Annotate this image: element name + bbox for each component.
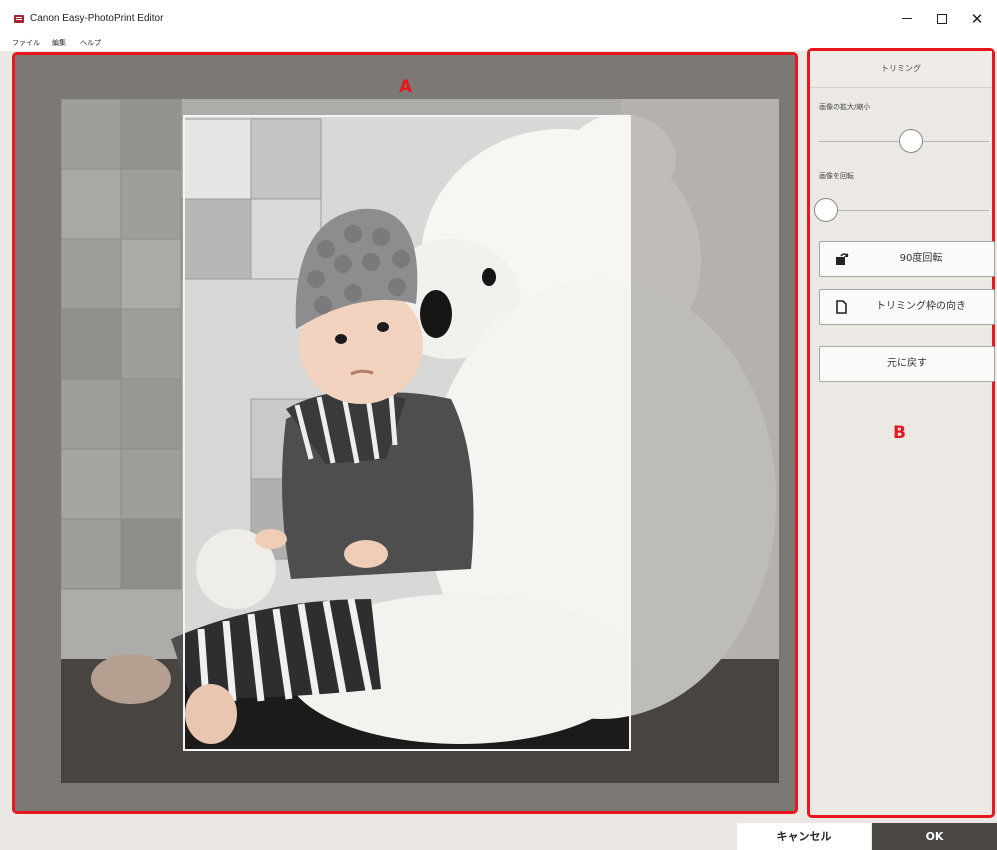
reset-button[interactable]: 元に戻す	[819, 346, 995, 382]
panel-title: トリミング	[810, 51, 992, 88]
panel-annotation-label: B	[893, 423, 906, 443]
zoom-slider-thumb[interactable]	[898, 129, 923, 153]
rotate-90-label: 90度回転	[899, 253, 943, 264]
close-icon: ✕	[970, 10, 984, 28]
page-orientation-icon	[835, 300, 847, 318]
close-button[interactable]: ✕	[962, 8, 992, 30]
rotate-label: 画像を回転	[819, 172, 854, 180]
title-bar: Canon Easy-PhotoPrint Editor ✕	[0, 0, 997, 38]
rotate-90-button[interactable]: 90度回転	[819, 241, 995, 277]
trimming-frame[interactable]	[183, 115, 631, 751]
minimize-icon	[902, 17, 912, 20]
photo-image[interactable]	[61, 99, 779, 783]
crop-dim-top	[183, 99, 631, 115]
menu-item-edit[interactable]: 編集	[52, 38, 66, 48]
rotate-90-icon	[835, 252, 849, 270]
crop-dim-right	[631, 99, 779, 783]
zoom-label: 画像の拡大/縮小	[819, 103, 871, 111]
trimming-orientation-label: トリミング枠の向き	[876, 301, 966, 312]
minimize-button[interactable]	[892, 8, 922, 30]
trimming-panel: トリミング 画像の拡大/縮小 画像を回転 90度回転 トリミング枠の向き 元に戻…	[807, 48, 995, 818]
maximize-button[interactable]	[927, 8, 957, 30]
ok-button[interactable]: OK	[872, 823, 997, 850]
menu-item-help[interactable]: ヘルプ	[80, 38, 101, 48]
rotate-slider-thumb[interactable]	[813, 198, 838, 222]
crop-dim-left	[61, 99, 183, 783]
cancel-button[interactable]: キャンセル	[737, 823, 871, 850]
rotate-slider[interactable]	[819, 210, 989, 211]
window-title: Canon Easy-PhotoPrint Editor	[30, 13, 164, 24]
maximize-icon	[937, 13, 947, 24]
crop-dim-bottom	[183, 751, 631, 783]
app-icon	[14, 15, 24, 23]
menu-item-file[interactable]: ファイル	[12, 38, 40, 48]
trimming-orientation-button[interactable]: トリミング枠の向き	[819, 289, 995, 325]
preview-annotation-label: A	[399, 77, 413, 97]
trimming-preview-area: A	[12, 52, 798, 814]
reset-label: 元に戻す	[887, 358, 927, 369]
